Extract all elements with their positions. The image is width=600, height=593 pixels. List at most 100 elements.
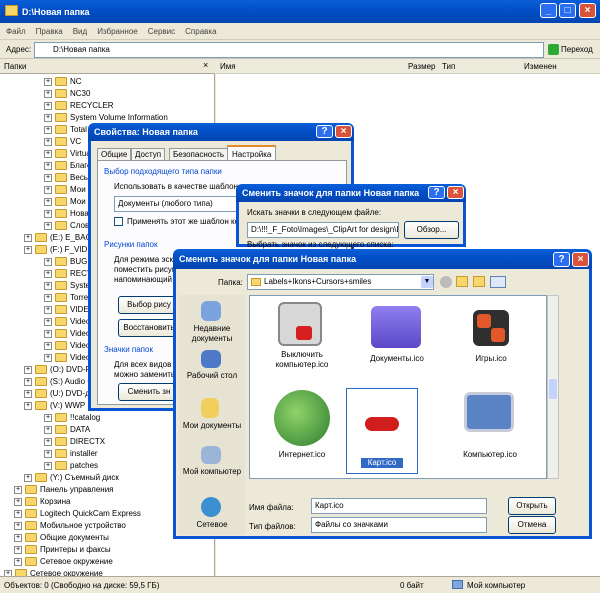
back-icon[interactable] <box>440 276 452 288</box>
expand-icon[interactable]: + <box>44 353 52 362</box>
dropdown-arrow-icon[interactable]: ▼ <box>421 276 433 288</box>
props-help-button[interactable]: ? <box>316 125 333 138</box>
tree-item[interactable]: + BUG <box>44 256 87 268</box>
file-item[interactable]: Игры.ico <box>451 300 531 382</box>
expand-icon[interactable]: + <box>44 269 52 278</box>
menu-favorites[interactable]: Избранное <box>97 27 138 36</box>
tree-item[interactable]: + !!catalog <box>44 412 100 424</box>
col-size[interactable]: Размер <box>408 62 436 71</box>
file-dialog-close-button[interactable]: × <box>572 252 589 267</box>
look-in-select[interactable]: Labels+Ikons+Cursors+smiles <box>247 274 434 290</box>
place-recent[interactable]: Недавние документы <box>179 324 245 344</box>
expand-icon[interactable]: + <box>44 461 52 470</box>
icon-file-path-input[interactable]: D:\!!!_F_Foto\Images\_ClipArt for design… <box>247 222 399 238</box>
expand-icon[interactable]: + <box>14 497 22 506</box>
expand-icon[interactable]: + <box>44 101 52 110</box>
menu-edit[interactable]: Правка <box>36 27 63 36</box>
file-item-selected[interactable]: Карт.ico <box>346 388 418 474</box>
expand-icon[interactable]: + <box>44 317 52 326</box>
change-icon-help-button[interactable]: ? <box>428 186 445 199</box>
tree-item[interactable]: + Logitech QuickCam Express <box>14 508 141 520</box>
address-input[interactable]: D:\Новая папка <box>34 42 544 58</box>
place-desktop[interactable]: Рабочий стол <box>179 371 245 381</box>
expand-icon[interactable]: + <box>44 413 52 422</box>
expand-icon[interactable]: + <box>24 401 32 410</box>
cancel-button[interactable]: Отмена <box>508 516 556 534</box>
open-button[interactable]: Открыть <box>508 497 556 515</box>
expand-icon[interactable]: + <box>24 473 32 482</box>
go-button[interactable]: Переход <box>561 45 593 54</box>
change-icon-button[interactable]: Сменить зн <box>118 383 180 401</box>
expand-icon[interactable]: + <box>44 305 52 314</box>
menu-file[interactable]: Файл <box>6 27 26 36</box>
menu-tools[interactable]: Сервис <box>148 27 175 36</box>
menu-view[interactable]: Вид <box>73 27 87 36</box>
expand-icon[interactable]: + <box>14 557 22 566</box>
expand-icon[interactable]: + <box>24 377 32 386</box>
expand-icon[interactable]: + <box>44 173 52 182</box>
up-folder-icon[interactable] <box>456 276 468 287</box>
tree-item[interactable]: + patches <box>44 460 98 472</box>
expand-icon[interactable]: + <box>44 161 52 170</box>
expand-icon[interactable]: + <box>44 449 52 458</box>
expand-icon[interactable]: + <box>44 113 52 122</box>
apply-subfolders-checkbox[interactable] <box>114 217 123 226</box>
expand-icon[interactable]: + <box>44 221 52 230</box>
tree-item[interactable]: + RECYCLER <box>44 100 114 112</box>
col-type[interactable]: Тип <box>442 62 455 71</box>
tree-item[interactable]: + NC <box>44 76 82 88</box>
expand-icon[interactable]: + <box>14 521 22 530</box>
tree-item[interactable]: + (O:) DVD-RA <box>24 364 97 376</box>
expand-icon[interactable]: + <box>14 485 22 494</box>
expand-icon[interactable]: + <box>24 365 32 374</box>
file-item[interactable]: Интернет.ico <box>262 388 342 470</box>
filetype-select[interactable]: Файлы со значками <box>311 517 487 533</box>
file-dialog-help-button[interactable]: ? <box>553 252 570 267</box>
expand-icon[interactable]: + <box>44 437 52 446</box>
restore-default-button[interactable]: Восстановить <box>118 319 180 337</box>
tree-item[interactable]: + Панель управления <box>14 484 114 496</box>
maximize-button[interactable]: □ <box>559 3 576 18</box>
place-network[interactable]: Сетевое <box>179 520 245 530</box>
tree-item[interactable]: + Общие документы <box>14 532 109 544</box>
file-item[interactable]: Компьютер.ico <box>450 388 530 470</box>
props-close-button[interactable]: × <box>335 125 352 138</box>
col-name[interactable]: Имя <box>220 62 236 71</box>
tree-item[interactable]: + Мобильное устройство <box>14 520 126 532</box>
place-my-documents[interactable]: Мои документы <box>179 421 245 431</box>
expand-icon[interactable]: + <box>14 545 22 554</box>
expand-icon[interactable]: + <box>24 233 32 242</box>
template-select[interactable]: Документы (любого типа) <box>114 196 244 212</box>
expand-icon[interactable]: + <box>44 281 52 290</box>
change-icon-close-button[interactable]: × <box>447 186 464 199</box>
tree-item[interactable]: + DATA <box>44 424 90 436</box>
expand-icon[interactable]: + <box>44 77 52 86</box>
expand-icon[interactable]: + <box>44 425 52 434</box>
tree-item[interactable]: + Принтеры и факсы <box>14 544 111 556</box>
expand-icon[interactable]: + <box>14 533 22 542</box>
tree-item[interactable]: + NC30 <box>44 88 90 100</box>
view-menu-icon[interactable] <box>490 276 506 288</box>
choose-picture-button[interactable]: Выбор рису <box>118 296 180 314</box>
tree-item[interactable]: + Сетевое окружение <box>14 556 113 568</box>
expand-icon[interactable]: + <box>44 341 52 350</box>
expand-icon[interactable]: + <box>44 185 52 194</box>
expand-icon[interactable]: + <box>44 89 52 98</box>
file-item[interactable]: Документы.ico <box>357 300 437 382</box>
tree-item[interactable]: + (V:) WWP <box>24 400 85 412</box>
browse-button[interactable]: Обзор... <box>404 221 459 239</box>
expand-icon[interactable]: + <box>44 257 52 266</box>
tree-item[interactable]: + (Y:) Съемный диск <box>24 472 119 484</box>
tree-item[interactable]: + installer <box>44 448 98 460</box>
new-folder-icon[interactable] <box>473 276 485 287</box>
file-list-scrollbar[interactable] <box>547 295 559 479</box>
file-item[interactable]: Выключить компьютер.ico <box>262 300 342 382</box>
expand-icon[interactable]: + <box>44 149 52 158</box>
close-button[interactable]: × <box>579 3 596 18</box>
close-pane-icon[interactable]: × <box>203 60 208 70</box>
expand-icon[interactable]: + <box>44 197 52 206</box>
expand-icon[interactable]: + <box>44 293 52 302</box>
scroll-thumb[interactable] <box>549 379 557 399</box>
col-modified[interactable]: Изменен <box>524 62 557 71</box>
tree-item[interactable]: + Сетевое окружение <box>4 568 103 576</box>
